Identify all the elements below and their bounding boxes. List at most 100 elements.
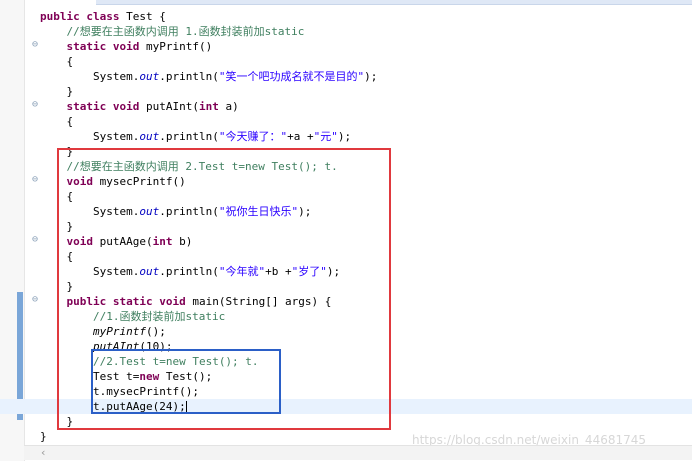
code-line[interactable]: } [0,279,692,294]
code-line[interactable]: System.out.println("祝你生日快乐"); [0,204,692,219]
code-line[interactable]: static void putAInt(int a) [0,99,692,114]
code-token: } [40,430,47,443]
code-token: { [40,115,74,128]
code-token: Test t= [40,370,140,383]
code-token: "岁了" [291,265,327,278]
code-token: public class [40,10,127,23]
text-cursor [185,401,187,413]
code-token: t.mysecPrintf(); [40,385,199,398]
horizontal-scrollbar[interactable]: ‹ [24,445,692,460]
code-line[interactable]: //1.函数封装前加static [0,309,692,324]
code-token: { [40,55,74,68]
code-token: .println( [159,130,219,143]
code-line[interactable]: System.out.println("笑一个吧功成名就不是目的"); [0,69,692,84]
code-token: } [40,145,74,158]
code-token: mysecPrintf() [99,175,186,188]
code-token: //想要在主函数内调用 2.Test t=new Test(); t. [66,160,338,173]
code-token: static void [66,100,146,113]
code-line[interactable]: void putAAge(int b) [0,234,692,249]
code-token: //想要在主函数内调用 1.函数封装前加static [66,25,305,38]
code-token: } [40,85,74,98]
code-token: new [139,370,160,383]
code-token: } [40,280,74,293]
code-token: .println( [159,265,219,278]
code-token: "祝你生日快乐" [218,205,299,218]
code-token: static void [66,40,146,53]
code-token: a) [218,100,239,113]
code-line[interactable]: } [0,84,692,99]
code-token: ); [298,205,312,218]
code-line[interactable]: Test t=new Test(); [0,369,692,384]
code-token: { [40,250,74,263]
code-line[interactable]: t.mysecPrintf(); [0,384,692,399]
code-token: "笑一个吧功成名就不是目的" [218,70,365,83]
code-token: putAInt( [145,100,199,113]
code-token: int [198,100,219,113]
code-token: .println( [159,205,219,218]
code-token: myPrintf [92,325,146,338]
code-line[interactable]: putAInt(10); [0,339,692,354]
code-line[interactable]: { [0,54,692,69]
code-token: .println( [159,70,219,83]
java-editor[interactable]: ⊖ ⊖ ⊖ ⊖ ⊖ public class Test { //想要在主函数内调… [0,0,692,461]
code-token: +b + [265,265,292,278]
code-token: //1.函数封装前加static [92,310,226,323]
code-token: b) [172,235,193,248]
code-token: ); [364,70,378,83]
code-token: Test(); [159,370,213,383]
code-token: System. [40,70,140,83]
code-token: System. [40,205,140,218]
code-token: putAAge( [99,235,153,248]
code-token: int [152,235,173,248]
code-line[interactable]: static void myPrintf() [0,39,692,54]
code-line[interactable]: System.out.println("今天赚了："+a +"元"); [0,129,692,144]
code-token: } [40,415,74,428]
code-line[interactable]: void mysecPrintf() [0,174,692,189]
code-line[interactable]: //想要在主函数内调用 2.Test t=new Test(); t. [0,159,692,174]
code-line[interactable]: { [0,249,692,264]
code-token: ); [337,130,352,143]
code-token: putAInt [92,340,140,353]
code-token: +a + [287,130,314,143]
code-line[interactable]: { [0,114,692,129]
code-line[interactable]: myPrintf(); [0,324,692,339]
code-token: out [139,265,160,278]
code-token: main(String[] args) { [192,295,332,308]
code-token: } [40,220,74,233]
code-line[interactable]: System.out.println("今年就"+b +"岁了"); [0,264,692,279]
code-line[interactable]: } [0,219,692,234]
code-line[interactable]: public class Test { [0,9,692,24]
code-token: out [139,70,160,83]
code-token: "今天赚了：" [218,130,288,143]
code-line[interactable]: public static void main(String[] args) { [0,294,692,309]
code-line[interactable]: } [0,414,692,429]
code-line[interactable]: //想要在主函数内调用 1.函数封装前加static [0,24,692,39]
code-token: "今年就" [218,265,266,278]
code-token: (); [145,325,166,338]
code-token: myPrintf() [145,40,213,53]
code-area[interactable]: public class Test { //想要在主函数内调用 1.函数封装前加… [0,0,692,461]
scroll-left-arrow-icon[interactable]: ‹ [40,446,47,460]
code-token: Test { [126,10,166,23]
code-token: out [139,130,160,143]
code-token: void [66,175,100,188]
code-token: public static void [66,295,193,308]
code-token: "元" [313,130,338,143]
code-token: System. [40,265,140,278]
code-token: //2.Test t=new Test(); t. [92,355,259,368]
code-token: ); [326,265,341,278]
code-line[interactable]: //2.Test t=new Test(); t. [0,354,692,369]
code-line[interactable]: t.putAAge(24); [0,399,692,414]
code-line[interactable]: { [0,189,692,204]
code-line[interactable]: } [0,144,692,159]
